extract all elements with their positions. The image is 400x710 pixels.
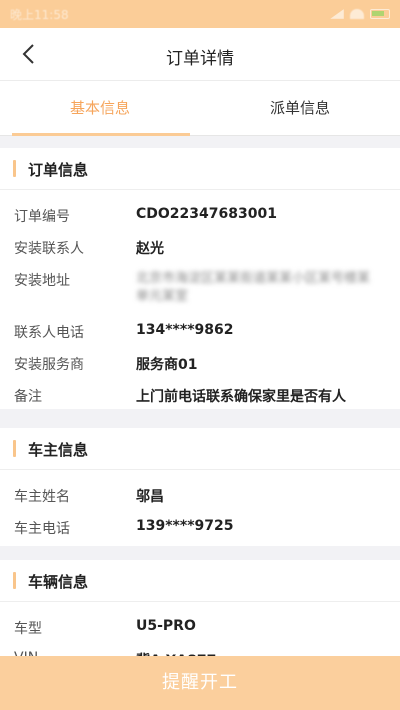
section-title: 车主信息 <box>28 441 89 459</box>
vehicle-info-header: 车辆信息 <box>0 560 400 602</box>
page-title: 订单详情 <box>166 49 234 69</box>
signal-icon <box>330 9 344 19</box>
nav-bar: 订单详情 <box>0 28 400 80</box>
remind-start-button[interactable]: 提醒开工 <box>0 656 400 710</box>
status-icons <box>330 8 390 20</box>
row-label: 车主电话 <box>14 521 70 537</box>
owner-info-section: 车主信息 车主姓名 邬昌 车主电话 139****9725 <box>0 428 400 546</box>
order-info-header: 订单信息 <box>0 148 400 190</box>
battery-icon <box>370 9 390 19</box>
section-title: 车辆信息 <box>28 573 89 591</box>
row-label: 安装地址 <box>14 273 70 289</box>
vehicle-model-value: U5-PRO <box>136 618 196 634</box>
wifi-icon <box>350 9 364 19</box>
order-info-section: 订单信息 订单编号 CDO22347683001 安装联系人 赵光 安装地址 北… <box>0 148 400 409</box>
active-tab-indicator <box>12 133 190 136</box>
row-label: 订单编号 <box>14 209 70 225</box>
service-provider-value: 服务商01 <box>136 357 198 373</box>
contact-phone-value: 134****9862 <box>136 322 234 338</box>
section-marker <box>13 572 16 589</box>
order-number-value: CDO22347683001 <box>136 206 277 222</box>
status-bar: 晚上11:58 <box>0 0 400 28</box>
row-label: 备注 <box>14 389 42 405</box>
section-title: 订单信息 <box>28 161 89 179</box>
owner-info-header: 车主信息 <box>0 428 400 470</box>
install-contact-value: 赵光 <box>136 241 164 257</box>
install-address-value: 北京市海淀区某某街道某某小区某号楼某单元某室 <box>136 271 371 304</box>
row-label: 安装服务商 <box>14 357 84 373</box>
owner-phone-value: 139****9725 <box>136 518 234 534</box>
owner-name-value: 邬昌 <box>136 489 164 505</box>
tab-bar: 基本信息 派单信息 <box>0 80 400 136</box>
row-label: 联系人电话 <box>14 325 84 341</box>
row-label: 安装联系人 <box>14 241 84 257</box>
section-marker <box>13 440 16 457</box>
tab-dispatch-info[interactable]: 派单信息 <box>200 81 400 136</box>
row-label: 车主姓名 <box>14 489 70 505</box>
remark-value: 上门前电话联系确保家里是否有人 <box>136 389 346 405</box>
status-time: 晚上11:58 <box>10 8 69 22</box>
tab-basic-info[interactable]: 基本信息 <box>0 81 200 136</box>
section-marker <box>13 160 16 177</box>
row-label: 车型 <box>14 621 42 637</box>
